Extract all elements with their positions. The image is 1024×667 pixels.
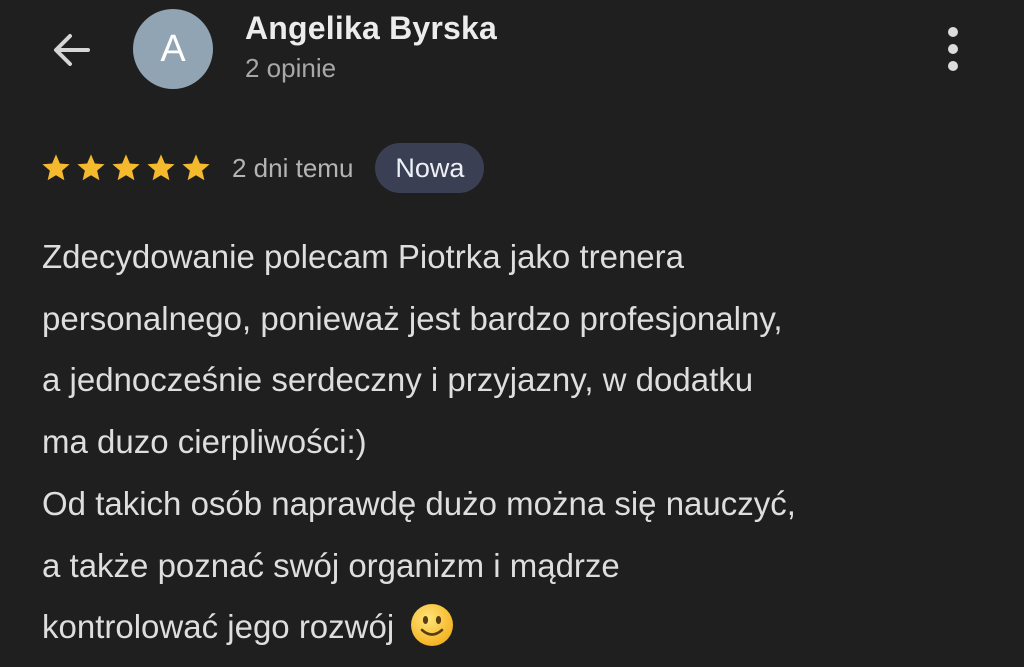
star-rating bbox=[40, 152, 212, 184]
more-options-button[interactable] bbox=[932, 22, 974, 76]
review-line: personalnego, ponieważ jest bardzo profe… bbox=[42, 299, 783, 337]
review-line: a także poznać swój organizm i mądrze bbox=[42, 546, 620, 584]
author-name[interactable]: Angelika Byrska bbox=[245, 10, 497, 47]
review-line: ma duzo cierpliwości:) bbox=[42, 423, 367, 461]
review-meta-row: 2 dni temu Nowa bbox=[40, 142, 485, 194]
review-text: Zdecydowanie polecam Piotrka jako trener… bbox=[42, 226, 1012, 658]
review-line: kontrolować jego rozwój bbox=[42, 596, 1012, 658]
arrow-left-icon bbox=[54, 34, 90, 66]
review-date: 2 dni temu bbox=[232, 152, 354, 183]
star-icon bbox=[77, 154, 105, 181]
star-icon bbox=[147, 154, 175, 181]
review-line: Od takich osób naprawdę dużo można się n… bbox=[42, 484, 796, 522]
back-button[interactable] bbox=[48, 26, 96, 74]
star-icon bbox=[182, 154, 210, 181]
author-review-count: 2 opinie bbox=[245, 53, 337, 83]
star-icon bbox=[112, 154, 140, 181]
avatar-initial: A bbox=[160, 27, 186, 70]
slightly-smiling-face-icon bbox=[411, 604, 454, 647]
star-icon bbox=[42, 154, 70, 181]
avatar[interactable]: A bbox=[133, 9, 213, 89]
more-vertical-icon bbox=[948, 27, 958, 37]
review-line: a jednocześnie serdeczny i przyjazny, w … bbox=[42, 361, 754, 399]
review-line: Zdecydowanie polecam Piotrka jako trener… bbox=[42, 238, 685, 275]
new-badge: Nowa bbox=[375, 143, 485, 193]
